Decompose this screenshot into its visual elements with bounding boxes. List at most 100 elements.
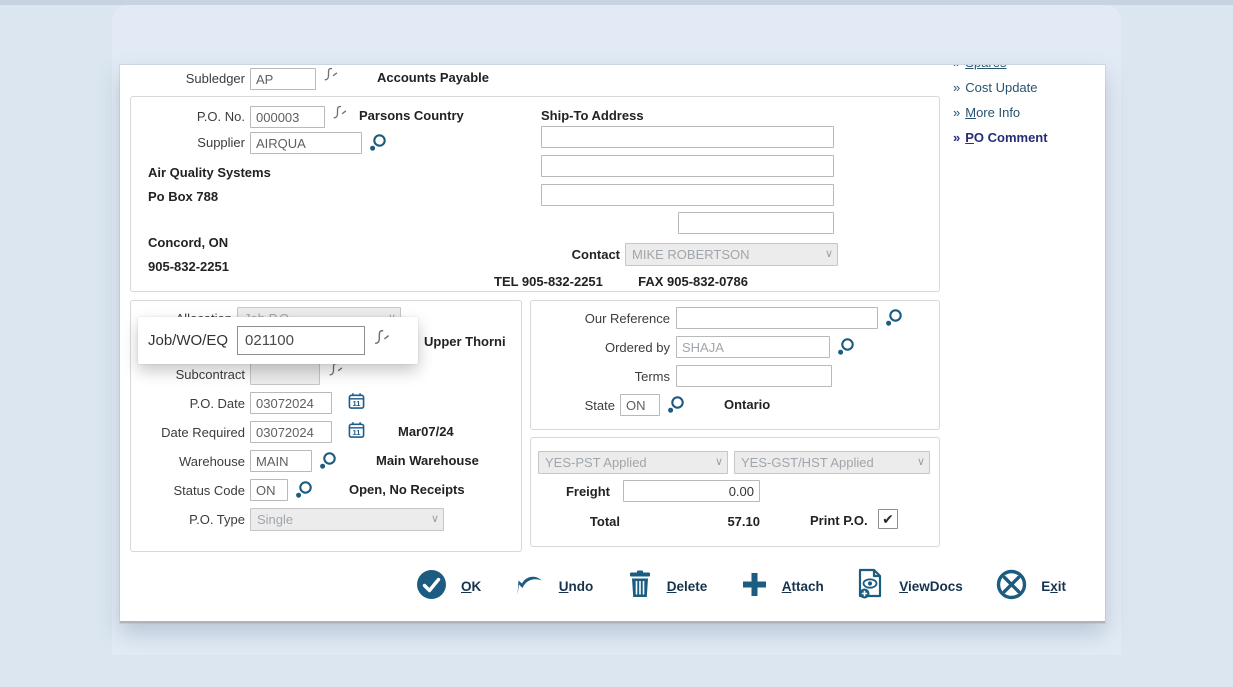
job-description-text: Upper Thorni (424, 334, 506, 350)
warehouse-field[interactable] (250, 450, 312, 472)
po-no-script-icon[interactable] (330, 105, 348, 125)
ok-button[interactable]: OK (416, 569, 481, 605)
subledger-description: Accounts Payable (377, 70, 489, 86)
gst-select[interactable]: YES-GST/HST Applied ∨ (734, 451, 930, 474)
po-type-select[interactable]: Single ∨ (250, 508, 444, 531)
supplier-search-icon[interactable] (368, 133, 386, 153)
state-label: State (530, 398, 615, 414)
total-label: Total (530, 514, 620, 530)
ship-to-line2-input[interactable] (541, 155, 834, 177)
job-wo-eq-label: Job/WO/EQ (148, 332, 228, 349)
warehouse-description: Main Warehouse (376, 453, 479, 469)
subledger-field[interactable] (250, 68, 316, 90)
job-wo-eq-script-icon[interactable] (371, 329, 391, 352)
chevron-down-icon: ∨ (825, 247, 833, 260)
print-po-label: Print P.O. (810, 513, 868, 529)
freight-field[interactable] (623, 480, 760, 502)
po-date-label: P.O. Date (120, 396, 245, 412)
supplier-label: Supplier (120, 135, 245, 151)
supplier-name-text: Air Quality Systems (148, 165, 271, 181)
chevron-down-icon: ∨ (715, 455, 723, 468)
svg-text:11: 11 (353, 399, 361, 408)
tel-text: TEL 905-832-2251 (494, 274, 603, 289)
status-description: Open, No Receipts (349, 482, 465, 498)
exit-button[interactable]: Exit (996, 569, 1066, 605)
ordered-by-label: Ordered by (530, 340, 670, 356)
warehouse-search-icon[interactable] (318, 451, 336, 471)
undo-arrow-icon (515, 570, 545, 603)
sidebar-item-spares[interactable]: »Spares (953, 65, 1105, 71)
trash-icon (627, 570, 653, 603)
po-description: Parsons Country (359, 108, 464, 124)
subledger-script-icon[interactable] (321, 67, 339, 87)
viewdocs-button[interactable]: ViewDocs (857, 568, 963, 605)
contact-value: MIKE ROBERTSON (632, 247, 750, 262)
po-type-label: P.O. Type (120, 512, 245, 528)
po-type-value: Single (257, 512, 293, 527)
date-required-field[interactable] (250, 421, 332, 443)
attach-button[interactable]: Attach (741, 571, 824, 603)
toolbar: OK Undo Delete Attach ViewDocs Exit (416, 568, 1066, 605)
our-reference-field[interactable] (676, 307, 878, 329)
supplier-address-text: Po Box 788 (148, 189, 218, 205)
sidebar-item-po-comment[interactable]: »PO Comment (953, 130, 1105, 146)
pst-select[interactable]: YES-PST Applied ∨ (538, 451, 728, 474)
subcontract-field[interactable] (250, 363, 320, 385)
ship-to-line1-input[interactable] (541, 126, 834, 148)
status-code-search-icon[interactable] (294, 480, 312, 500)
delete-button[interactable]: Delete (627, 570, 708, 603)
undo-button[interactable]: Undo (515, 570, 594, 603)
our-reference-search-icon[interactable] (884, 308, 902, 328)
fax-text: FAX 905-832-0786 (638, 274, 748, 289)
chevron-down-icon: ∨ (431, 512, 439, 525)
subcontract-label: Subcontract (120, 367, 245, 383)
terms-label: Terms (530, 369, 670, 385)
ordered-by-search-icon[interactable] (836, 337, 854, 357)
view-document-icon (857, 568, 885, 605)
po-entry-window: Subledger Accounts Payable P.O. No. Pars… (120, 65, 1105, 623)
ship-to-line4-input[interactable] (678, 212, 834, 234)
plus-icon (741, 571, 768, 603)
checkmark-icon: ✔ (882, 512, 894, 526)
date-required-label: Date Required (120, 425, 245, 441)
pst-value: YES-PST Applied (545, 455, 647, 470)
status-code-field[interactable] (250, 479, 288, 501)
contact-label: Contact (560, 247, 620, 263)
print-po-checkbox[interactable]: ✔ (878, 509, 898, 529)
sidebar-item-more-info[interactable]: »More Info (953, 105, 1105, 121)
po-no-field[interactable] (250, 106, 325, 128)
status-code-label: Status Code (120, 483, 245, 499)
job-wo-eq-popup: Job/WO/EQ (138, 317, 418, 364)
supplier-phone-text: 905-832-2251 (148, 259, 229, 275)
total-value: 57.10 (623, 514, 760, 530)
sidebar-links: »Spares »Cost Update »More Info »PO Comm… (953, 65, 1105, 155)
supplier-city-text: Concord, ON (148, 235, 228, 251)
ship-to-line3-input[interactable] (541, 184, 834, 206)
date-required-display: Mar07/24 (398, 424, 454, 440)
ordered-by-field[interactable] (676, 336, 830, 358)
supplier-field[interactable] (250, 132, 362, 154)
po-date-field[interactable] (250, 392, 332, 414)
tel-fax-line: TEL 905-832-2251 FAX 905-832-0786 (494, 274, 748, 290)
ship-to-label: Ship-To Address (541, 108, 644, 124)
freight-label: Freight (530, 484, 610, 500)
our-reference-label: Our Reference (530, 311, 670, 327)
subledger-label: Subledger (120, 71, 245, 87)
ok-check-icon (416, 569, 447, 605)
state-field[interactable] (620, 394, 660, 416)
contact-select[interactable]: MIKE ROBERTSON ∨ (625, 243, 838, 266)
state-search-icon[interactable] (666, 395, 684, 415)
svg-text:11: 11 (353, 428, 361, 437)
subcontract-script-icon[interactable] (326, 362, 344, 382)
gst-value: YES-GST/HST Applied (741, 455, 874, 470)
warehouse-label: Warehouse (120, 454, 245, 470)
po-date-calendar-icon[interactable]: 11 (348, 392, 366, 412)
terms-field[interactable] (676, 365, 832, 387)
chevron-down-icon: ∨ (917, 455, 925, 468)
date-required-calendar-icon[interactable]: 11 (348, 421, 366, 441)
job-wo-eq-field[interactable] (237, 326, 365, 355)
sidebar-item-cost-update[interactable]: »Cost Update (953, 80, 1105, 96)
po-no-label: P.O. No. (120, 109, 245, 125)
exit-cross-circle-icon (996, 569, 1027, 605)
state-description: Ontario (724, 397, 770, 413)
